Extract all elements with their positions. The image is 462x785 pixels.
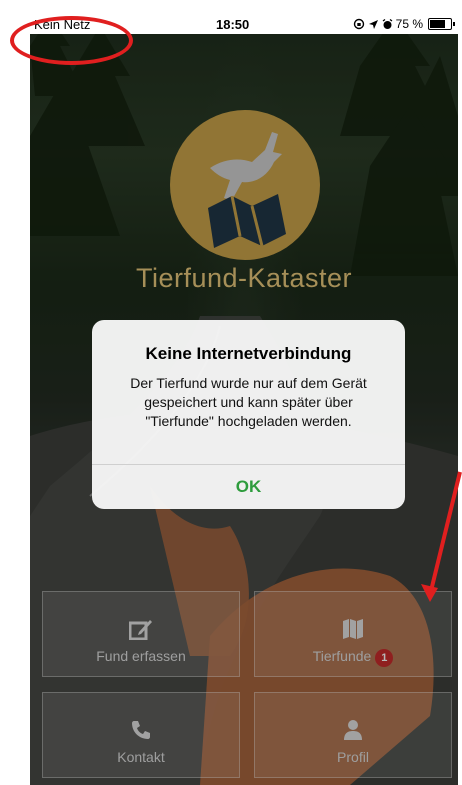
- status-icons: 75 %: [353, 17, 455, 31]
- orientation-lock-icon: [353, 18, 364, 30]
- ok-button[interactable]: OK: [92, 464, 405, 509]
- clock: 18:50: [216, 17, 250, 32]
- no-connection-alert: Keine Internetverbindung Der Tierfund wu…: [92, 320, 405, 509]
- location-arrow-icon: [368, 19, 378, 29]
- annotation-circle: [10, 16, 133, 65]
- battery-icon: [428, 18, 455, 30]
- app-screen: Tierfund-Kataster Fund erfassen Tierfund…: [30, 16, 458, 785]
- alert-title: Keine Internetverbindung: [145, 344, 352, 363]
- alarm-icon: [382, 18, 393, 29]
- battery-percent: 75 %: [395, 17, 423, 31]
- alert-message: Der Tierfund wurde nur auf dem Gerät ges…: [130, 375, 367, 429]
- annotation-arrow: [421, 471, 462, 602]
